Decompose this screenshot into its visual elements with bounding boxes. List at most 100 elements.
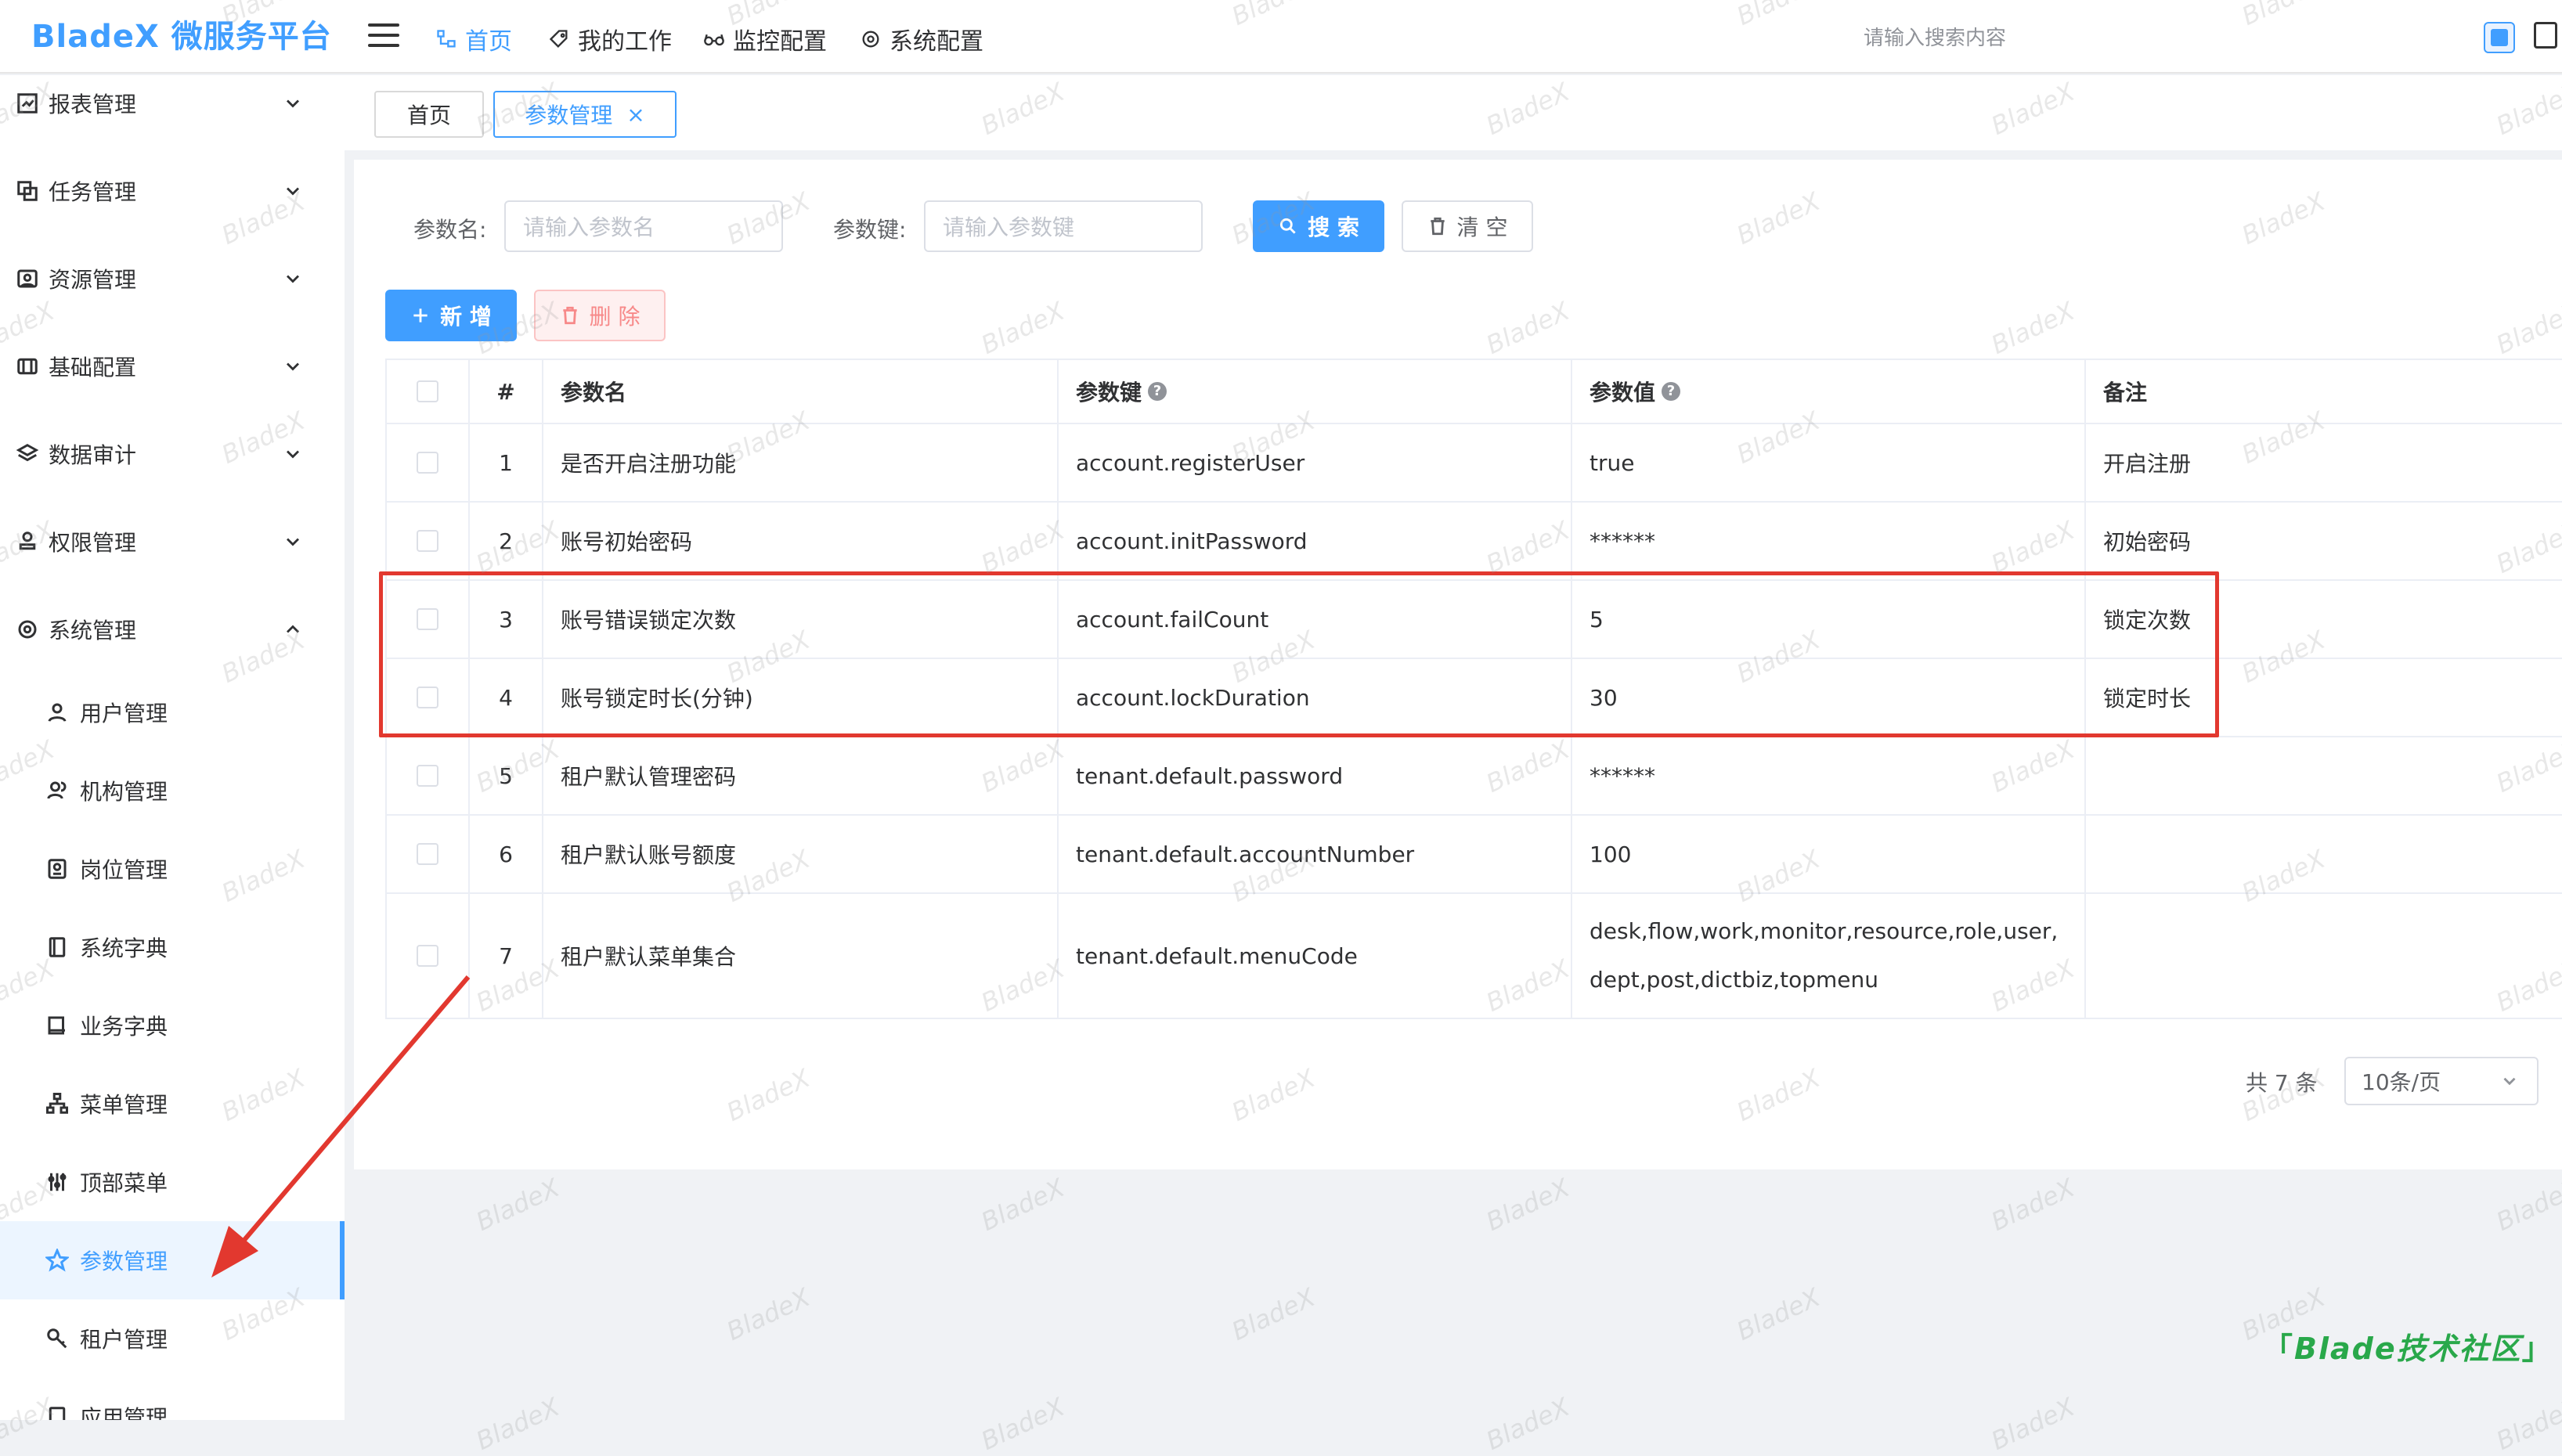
- sidebar-item-permissions[interactable]: 权限管理: [0, 518, 345, 565]
- watermark-text: BladeX: [976, 1392, 1070, 1456]
- watermark-text: BladeX: [2492, 1392, 2562, 1456]
- highlight-annotation-box: [379, 571, 2219, 737]
- add-button[interactable]: 新 增: [385, 290, 517, 341]
- theme-toggle-icon[interactable]: [2484, 22, 2515, 53]
- column-header-label: 参数键: [1076, 380, 1142, 405]
- sidebar-item-data-audit[interactable]: 数据审计: [0, 431, 345, 478]
- task-icon: [16, 179, 39, 203]
- row-checkbox-cell: [385, 424, 470, 501]
- watermark-text: BladeX: [1481, 1173, 1575, 1237]
- sidebar-item-label: 报表管理: [49, 92, 137, 117]
- table-header-row: # 参数名 参数键? 参数值? 备注: [385, 359, 2562, 424]
- watermark-text: BladeX: [1986, 1392, 2080, 1456]
- chevron-down-icon: [287, 362, 299, 371]
- watermark-text: BladeX: [471, 1173, 565, 1237]
- sidebar-sub-item-apps[interactable]: 应用管理: [0, 1393, 345, 1420]
- tab-params[interactable]: 参数管理 ×: [493, 91, 677, 138]
- chevron-down-icon: [287, 538, 299, 546]
- row-checkbox[interactable]: [417, 530, 438, 552]
- search-button[interactable]: 搜 索: [1253, 200, 1384, 252]
- watermark-text: BladeX: [722, 1282, 815, 1346]
- tag-icon: [549, 30, 568, 48]
- sidebar-sub-item-label: 应用管理: [80, 1405, 168, 1420]
- row-checkbox[interactable]: [417, 765, 438, 787]
- delete-button-label: 删 除: [589, 304, 640, 330]
- sidebar-sub-item-label: 参数管理: [80, 1249, 168, 1274]
- row-checkbox-cell: [385, 816, 470, 892]
- table-row[interactable]: 6 租户默认账号额度 tenant.default.accountNumber …: [385, 816, 2562, 894]
- sidebar-sub-item-positions[interactable]: 岗位管理: [0, 845, 345, 892]
- glasses-icon: [704, 34, 724, 46]
- help-icon[interactable]: ?: [1148, 382, 1167, 401]
- key-icon: [45, 1327, 69, 1350]
- badge-bracket-right: 」: [2521, 1332, 2553, 1366]
- clear-button[interactable]: 清 空: [1402, 200, 1533, 252]
- chart-icon: [16, 92, 39, 115]
- resource-icon: [16, 267, 39, 290]
- stamp-icon: [16, 530, 39, 553]
- sidebar-item-system-mgmt[interactable]: 系统管理: [0, 606, 345, 653]
- table-row[interactable]: 2 账号初始密码 account.initPassword ****** 初始密…: [385, 503, 2562, 581]
- sidebar-sub-item-biz-dict[interactable]: 业务字典: [0, 1002, 345, 1049]
- sidebar-sub-item-params[interactable]: 参数管理: [0, 1221, 345, 1299]
- column-header-label: 参数值: [1590, 380, 1656, 405]
- topnav-monitor[interactable]: 监控配置: [703, 22, 827, 56]
- param-name-cell: 租户默认管理密码: [543, 737, 1059, 814]
- sidebar-item-resources[interactable]: 资源管理: [0, 255, 345, 302]
- sidebar-sub-item-users[interactable]: 用户管理: [0, 689, 345, 736]
- row-checkbox[interactable]: [417, 452, 438, 474]
- remark-cell: 初始密码: [2103, 529, 2192, 555]
- sidebar-sub-item-orgs[interactable]: 机构管理: [0, 767, 345, 814]
- menu-toggle-icon[interactable]: [368, 23, 399, 49]
- param-key-cell: tenant.default.menuCode: [1059, 894, 1572, 1018]
- page-size-select[interactable]: 10条/页: [2344, 1057, 2539, 1105]
- sidebar-sub-item-top-menu[interactable]: 顶部菜单: [0, 1159, 345, 1206]
- sidebar-item-reports[interactable]: 报表管理: [0, 80, 345, 127]
- help-icon[interactable]: ?: [1662, 382, 1681, 401]
- row-index: 5: [470, 737, 543, 814]
- sidebar-item-label: 权限管理: [49, 530, 137, 556]
- param-value-cell: desk,flow,work,monitor,resource,role,use…: [1572, 894, 2086, 1018]
- topnav-system-config-label: 系统配置: [889, 28, 983, 56]
- select-all-checkbox[interactable]: [417, 380, 438, 402]
- sidebar-item-label: 基础配置: [49, 355, 137, 380]
- row-checkbox[interactable]: [417, 945, 438, 967]
- star-icon: [45, 1249, 69, 1272]
- param-name-cell: 是否开启注册功能: [543, 424, 1059, 501]
- global-search-input[interactable]: 请输入搜索内容: [1864, 22, 2006, 51]
- row-index: 7: [470, 894, 543, 1018]
- tabs-bar: 首页 参数管理 ×: [345, 75, 2562, 150]
- param-name-cell: 租户默认账号额度: [543, 816, 1059, 892]
- topnav-home[interactable]: 首页: [435, 22, 512, 56]
- book-icon: [45, 1014, 69, 1037]
- table-row[interactable]: 5 租户默认管理密码 tenant.default.password *****…: [385, 737, 2562, 816]
- sidebar-sub-item-label: 用户管理: [80, 701, 168, 726]
- sidebar-item-label: 数据审计: [49, 442, 137, 468]
- tab-home-label: 首页: [406, 103, 451, 128]
- param-key-input[interactable]: 请输入参数键: [924, 200, 1203, 252]
- sidebar-sub-item-label: 业务字典: [80, 1014, 168, 1040]
- remark-cell: [2086, 894, 2562, 1018]
- sidebar-item-base-config[interactable]: 基础配置: [0, 343, 345, 390]
- community-badge: 「Blade技术社区」: [2263, 1324, 2553, 1368]
- row-checkbox[interactable]: [417, 843, 438, 865]
- row-index: 6: [470, 816, 543, 892]
- sidebar-sub-item-menus[interactable]: 菜单管理: [0, 1080, 345, 1127]
- topnav-system-config[interactable]: 系统配置: [860, 22, 983, 56]
- close-icon[interactable]: ×: [626, 102, 644, 128]
- sidebar-sub-item-system-dict[interactable]: 系统字典: [0, 924, 345, 971]
- table-row[interactable]: 1 是否开启注册功能 account.registerUser true 开启注…: [385, 424, 2562, 503]
- app-logo[interactable]: BladeX 微服务平台: [31, 11, 332, 56]
- watermark-text: BladeX: [976, 1173, 1070, 1237]
- sliders-icon: [45, 1170, 69, 1194]
- delete-button[interactable]: 删 除: [534, 290, 666, 341]
- param-name-input[interactable]: 请输入参数名: [504, 200, 783, 252]
- tab-home[interactable]: 首页: [374, 91, 484, 138]
- table-row[interactable]: 7 租户默认菜单集合 tenant.default.menuCode desk,…: [385, 894, 2562, 1019]
- chevron-down-icon: [287, 187, 299, 196]
- sidebar-item-tasks[interactable]: 任务管理: [0, 168, 345, 214]
- lock-icon[interactable]: [2534, 22, 2557, 49]
- topnav-my-work[interactable]: 我的工作: [548, 22, 672, 56]
- sidebar-sub-item-tenants[interactable]: 租户管理: [0, 1315, 345, 1362]
- clear-button-label: 清 空: [1456, 214, 1508, 240]
